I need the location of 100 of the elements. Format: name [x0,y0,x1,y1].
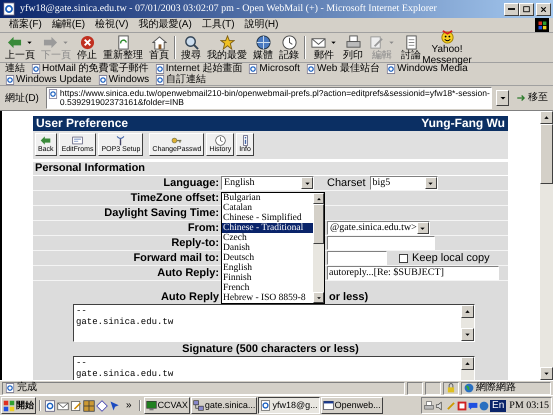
caret-icon [498,94,506,102]
select-field[interactable]: @gate.sinica.edu.tw> [327,221,430,236]
lock-icon [446,383,456,393]
link-item[interactable]: Web 最佳站台 [302,63,384,74]
menu-item[interactable]: 檔案(F) [4,19,47,31]
diamond-icon [96,400,108,412]
list-option[interactable]: Danish [222,243,313,254]
checkbox-label: Keep local copy [412,252,490,265]
right-arrow-icon [43,34,58,50]
caret-icon [419,224,426,232]
scrollbar-thumb[interactable] [540,124,553,184]
select-field[interactable]: English [221,176,314,190]
field-label: Forward mail to: [132,252,220,265]
page-title: User Preference [36,116,128,131]
link-item[interactable]: Windows Update [2,74,95,85]
list-option[interactable]: Czech [222,233,313,244]
status-pane [425,382,441,394]
go-button[interactable]: 移至 [513,92,551,104]
toolbar-button[interactable]: 郵件 [308,34,340,60]
field-label: From: [186,222,220,235]
list-option[interactable]: French [222,283,313,294]
page-icon [386,64,396,74]
links-label: 連結 [4,63,26,74]
select-field[interactable]: big5 [370,176,438,190]
menu-item[interactable]: 說明(H) [240,19,284,31]
list-option[interactable]: Chinese - Simplified [222,213,313,224]
minimize-button[interactable] [504,2,519,16]
menu-item[interactable]: 檢視(V) [90,19,134,31]
scrollbar-thumb[interactable] [313,204,324,244]
taskbar-button[interactable]: yfw18@g... [258,397,320,414]
taskbar-button[interactable]: Openweb... [320,397,383,414]
language-menu[interactable]: Bulgarian Catalan Chinese - Simplified Chinese - Traditional Czech Danish Deutsch English Finnish French Hebrew - ISO 8859-8 [221,192,325,304]
checkbox[interactable] [399,254,408,263]
caret-icon [388,38,395,46]
list-option[interactable]: Hebrew - ISO 8859-8 [222,293,313,304]
list-option[interactable]: Deutsch [222,253,313,264]
language-indicator[interactable]: En [490,400,506,412]
toolbar-button[interactable]: 我的最愛 [204,34,250,60]
toolbar-button[interactable]: 重新整理 [100,34,146,60]
scrollbar[interactable] [461,305,474,342]
more-indicator[interactable]: » [122,400,136,412]
user-name: Yung-Fang Wu [421,116,505,131]
section-title: Personal Information [33,162,508,176]
input-field[interactable] [327,251,387,266]
page-icon [154,64,165,74]
toolbar-button[interactable]: 討論 [398,34,424,60]
page-icon [31,64,41,74]
key-icon [171,135,182,146]
page-icon [248,64,258,74]
menu-item[interactable]: 我的最愛(A) [133,19,197,31]
stop-icon [80,34,94,50]
toolbar-button[interactable]: 記錄 [276,34,302,60]
field-label: Daylight Saving Time: [103,206,220,220]
toolbar-button[interactable]: 搜尋 [178,34,204,60]
menu-item[interactable]: 工具(T) [196,19,240,31]
link-item[interactable]: Internet 起始畫面 [152,63,246,74]
toolbar-button[interactable]: 上一頁 [2,34,38,60]
list-option[interactable]: Bulgarian [222,193,313,204]
close-button[interactable] [536,2,551,16]
link-item[interactable]: HotMail 的免費電子郵件 [28,63,152,74]
left-arrow-icon [40,135,52,146]
taskbar-button[interactable]: CCVAX [144,397,190,414]
home-icon [152,34,166,50]
menu-item[interactable]: 編輯(E) [46,19,90,31]
toolbar-button[interactable]: 停止 [74,34,100,60]
status-text: 完成 [2,382,405,394]
link-item[interactable]: Windows [94,74,152,85]
maximize-button[interactable] [519,2,534,16]
link-item[interactable]: 自訂連結 [152,74,210,85]
status-pane [407,382,423,394]
maximize-icon [522,4,531,14]
link-item[interactable]: Microsoft [245,63,303,74]
scrollbar[interactable] [461,357,474,380]
list-option[interactable]: Catalan [222,203,313,214]
windows-logo-icon [3,400,15,412]
up-arrow-icon [543,114,550,121]
toolbar-button[interactable]: 列印 [340,34,366,60]
address-field[interactable]: https://www.sinica.edu.tw/openwebmail210-bin/openwebmail-prefs.pl?action=editprefs&sessionid=yfw18*-session-0.539291902373161&folder=INB [46,87,492,109]
input-field[interactable]: autoreply...[Re: $SUBJECT] [327,266,499,280]
field-label: Auto Reply [160,291,220,304]
list-option[interactable]: Chinese - Traditional [222,223,313,234]
up-arrow-icon [464,360,471,368]
input-field[interactable] [327,236,435,250]
list-option[interactable]: English [222,263,313,274]
list-option[interactable]: Finnish [222,273,313,284]
dropdown-button[interactable] [496,90,509,106]
toolbar-button[interactable]: 媒體 [250,34,276,60]
scrollbar[interactable] [540,111,553,380]
printer-icon [346,34,360,50]
envelope-icon [57,400,69,412]
link-item[interactable]: Windows Media [383,63,471,74]
chat-icon [468,400,478,410]
start-button[interactable]: 開始 [1,397,36,414]
up-arrow-icon [464,308,471,316]
scrollbar[interactable] [313,193,324,304]
toolbar-button[interactable]: 首頁 [146,34,172,60]
browser-icon [44,400,56,412]
toolbar-button[interactable]: Yahoo! Messenger [424,29,470,66]
taskbar-button[interactable]: gate.sinica... [190,397,258,414]
page-icon [48,89,58,99]
